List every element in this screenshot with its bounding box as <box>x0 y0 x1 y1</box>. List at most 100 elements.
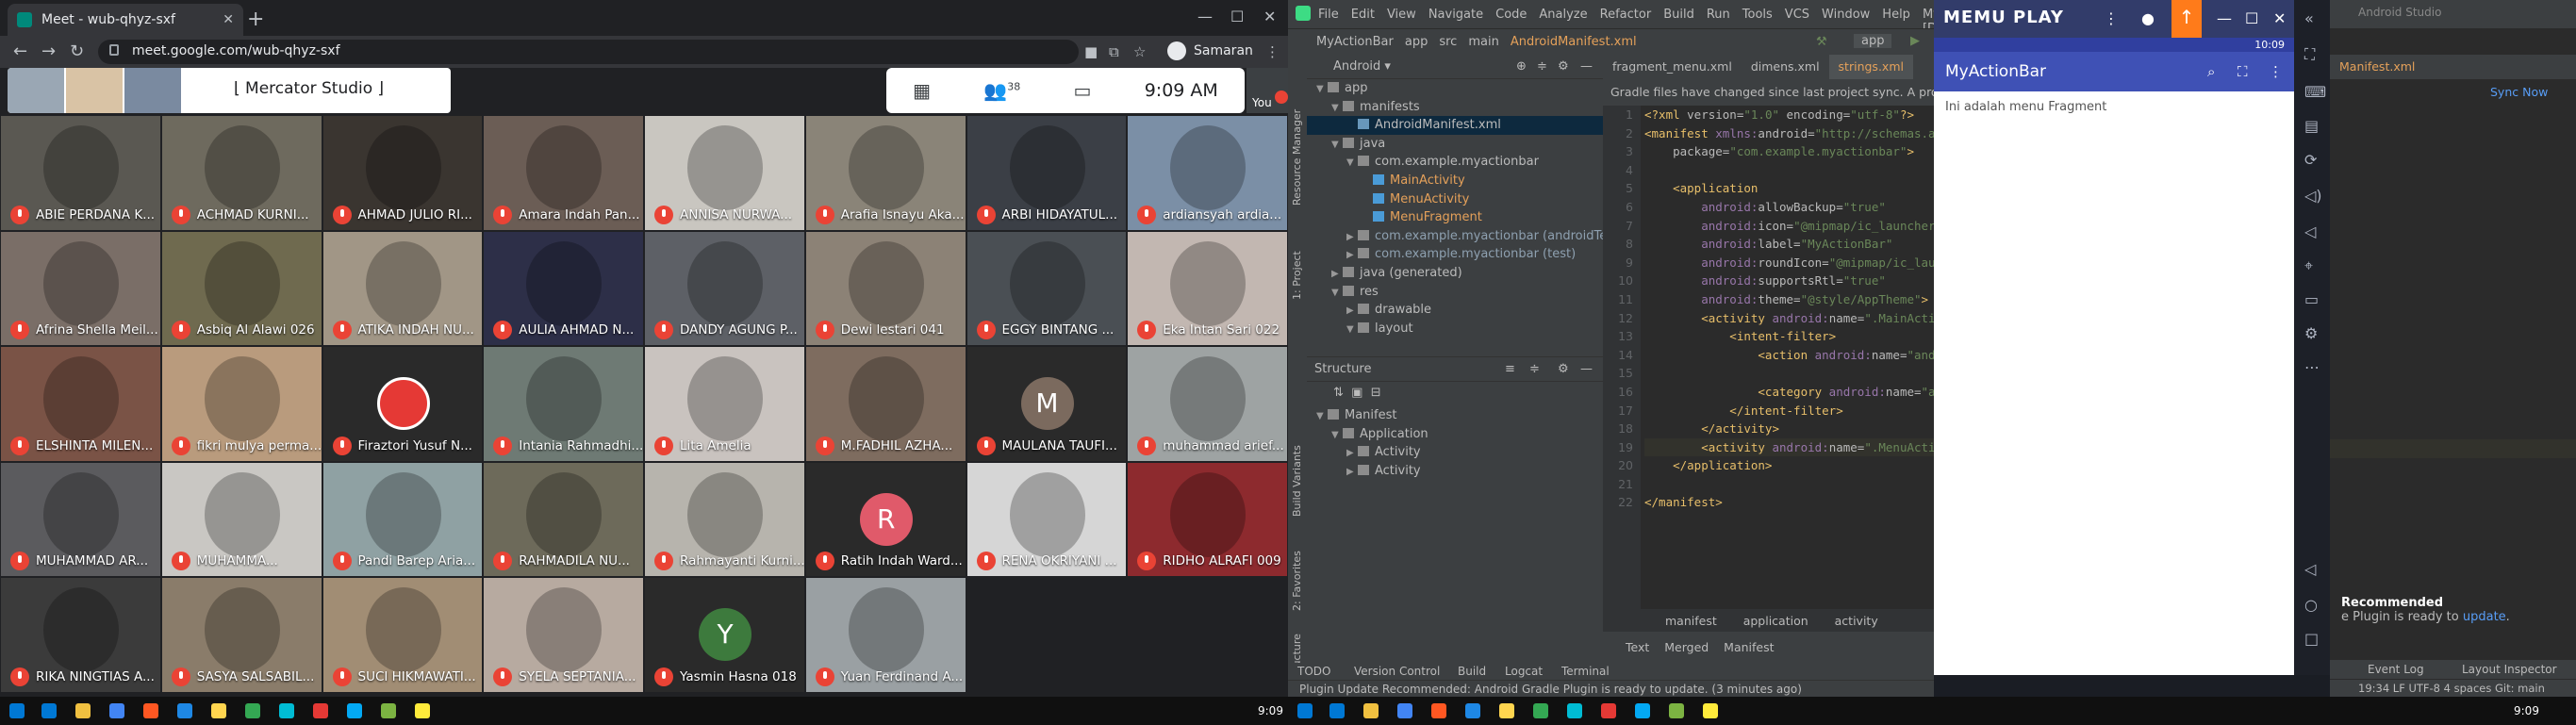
show-fields-icon[interactable]: ▣ <box>1351 386 1362 400</box>
tool-tab[interactable]: Version Control <box>1354 665 1440 678</box>
volume-down-icon[interactable]: ◁ <box>2304 222 2316 240</box>
run-config-select[interactable]: app <box>1854 34 1892 48</box>
profile-button[interactable]: Samaran <box>1167 41 1253 60</box>
expand-down-icon[interactable]: ▼ <box>1331 136 1343 155</box>
breadcrumb-item[interactable]: main <box>1468 35 1498 49</box>
tool-tab[interactable]: TODO <box>1297 665 1330 678</box>
event-log-tab[interactable]: Event Log <box>2368 663 2424 676</box>
tree-item[interactable]: ▼ res <box>1307 283 1603 302</box>
locate-icon[interactable]: ⊕ <box>1516 59 1527 74</box>
taskbar-app-icon[interactable] <box>41 703 57 718</box>
android-home-icon[interactable]: ○ <box>2304 596 2318 614</box>
participant-tile[interactable]: EGGY BINTANG ... <box>966 231 1127 346</box>
taskbar-app-icon[interactable] <box>177 703 192 718</box>
tool-tab[interactable]: Terminal <box>1561 665 1610 678</box>
forward-icon[interactable]: → <box>41 41 56 61</box>
update-link[interactable]: update <box>2463 610 2506 624</box>
participant-tile[interactable]: Eka Intan Sari 022 <box>1128 231 1287 346</box>
taskbar-app-icon[interactable] <box>75 703 91 718</box>
taskbar-app-icon[interactable] <box>1397 703 1412 718</box>
expand-right-icon[interactable]: ▶ <box>1346 228 1358 247</box>
self-view[interactable]: You <box>1247 68 1288 113</box>
project-view-selector[interactable]: Android ▾ ⊕ ≑ ⚙ — <box>1307 55 1603 79</box>
expand-right-icon[interactable]: ▶ <box>1346 463 1358 482</box>
tool-tab[interactable]: Build <box>1458 665 1486 678</box>
settings-icon[interactable]: ⚙ <box>2304 324 2318 342</box>
android-back-icon[interactable]: ◁ <box>2304 560 2316 578</box>
tree-item[interactable]: ▼ layout <box>1307 320 1603 338</box>
grid-layout-icon[interactable]: ▦ <box>913 79 931 102</box>
tab-dimens[interactable]: dimens.xml <box>1742 55 1829 79</box>
tab-strings[interactable]: strings.xml <box>1828 55 1913 79</box>
collapse-all-icon[interactable]: ≑ <box>1529 362 1540 376</box>
gear-icon[interactable]: ⚙ <box>1558 59 1569 74</box>
taskbar-app-icon[interactable] <box>415 703 430 718</box>
expand-down-icon[interactable]: ▼ <box>1316 80 1328 99</box>
taskbar-app-icon[interactable] <box>1703 703 1718 718</box>
editor-tab[interactable]: Manifest.xml <box>2330 55 2576 79</box>
taskbar-app-icon[interactable] <box>1635 703 1650 718</box>
apk-icon[interactable]: ▤ <box>2304 117 2319 135</box>
menu-icon[interactable]: ⋮ <box>2104 9 2119 27</box>
editor-view-tabs[interactable]: Text Merged Manifest <box>1603 632 1934 663</box>
android-recents-icon[interactable]: □ <box>2304 630 2319 648</box>
rotate-icon[interactable]: ⟳ <box>2304 151 2317 169</box>
participant-tile[interactable]: AHMAD JULIO RI... <box>322 116 483 230</box>
participant-tile[interactable]: muhammad arief... <box>1128 347 1287 461</box>
participant-tile[interactable]: MUHAMMAD AR... <box>1 462 160 577</box>
taskbar-app-icon[interactable] <box>1533 703 1548 718</box>
maximize-icon[interactable]: ☐ <box>2245 9 2258 27</box>
favorites-tab[interactable]: 2: Favorites <box>1291 551 1303 611</box>
minimize-icon[interactable]: — <box>2217 9 2232 27</box>
upload-icon[interactable]: ↑ <box>2171 0 2202 38</box>
minimize-icon[interactable]: — <box>1197 8 1213 25</box>
structure-item[interactable]: ▼ Application <box>1307 425 1603 444</box>
taskbar-app-icon[interactable] <box>1499 703 1514 718</box>
taskbar-app-icon[interactable] <box>1567 703 1582 718</box>
close-icon[interactable]: ✕ <box>2273 9 2286 27</box>
participant-tile[interactable]: SYELA SEPTANIA... <box>484 578 643 692</box>
presentation-preview[interactable]: ⌊ Mercator Studio ⌋ <box>8 68 451 113</box>
participant-tile[interactable]: fikri mulya perma... <box>161 347 322 461</box>
expand-down-icon[interactable]: ▼ <box>1331 99 1343 118</box>
location-icon[interactable]: ⌖ <box>2304 256 2313 275</box>
participant-tile[interactable]: Dewi lestari 041 <box>805 231 966 346</box>
expand-down-icon[interactable]: ▼ <box>1346 154 1358 173</box>
participant-tile[interactable]: RIDHO ALRAFI 009 <box>1128 462 1287 577</box>
more-icon[interactable]: ⋯ <box>2304 358 2320 376</box>
participant-tile[interactable]: Lita Amelia <box>645 347 804 461</box>
tree-item[interactable]: ▶ drawable <box>1307 301 1603 320</box>
code-content[interactable]: <?xml version="1.0" encoding="utf-8"?> <m… <box>1644 106 1957 512</box>
structure-item[interactable]: ▼ Manifest <box>1307 406 1603 425</box>
resource-manager-tab[interactable]: Resource Manager <box>1291 109 1303 206</box>
participant-tile[interactable]: RIKA NINGTIAS A... <box>1 578 160 692</box>
camera-icon[interactable]: ■ <box>1084 43 1098 60</box>
participant-tile[interactable]: RAHMADILA NU... <box>484 462 643 577</box>
search-icon[interactable]: ⌕ <box>2207 63 2215 80</box>
taskbar-app-icon[interactable] <box>109 703 124 718</box>
participant-tile[interactable]: Firaztori Yusuf N... <box>322 347 483 461</box>
participant-tile[interactable]: MAULANA TAUFI... M <box>966 347 1127 461</box>
breadcrumb-item[interactable]: app <box>1405 35 1428 49</box>
gear-icon[interactable]: ⚙ <box>1558 362 1569 376</box>
taskbar-app-icon[interactable] <box>1329 703 1345 718</box>
participant-tile[interactable]: ardiansyah ardia... <box>1128 116 1287 230</box>
account-icon[interactable]: ● <box>2141 9 2155 27</box>
sync-now-link[interactable]: Sync Now <box>2490 85 2548 99</box>
folder-icon[interactable]: ▭ <box>2304 290 2319 308</box>
show-inherited-icon[interactable]: ⊟ <box>1371 386 1381 400</box>
participant-tile[interactable]: ACHMAD KURNI... <box>161 116 322 230</box>
tree-item[interactable]: ▶ com.example.myactionbar (test) <box>1307 245 1603 264</box>
breadcrumb-item[interactable]: AndroidManifest.xml <box>1511 35 1637 49</box>
taskbar-app-icon[interactable] <box>347 703 362 718</box>
reload-icon[interactable]: ↻ <box>70 41 84 61</box>
tree-item[interactable]: ▼ app <box>1307 79 1603 98</box>
breadcrumb-item[interactable]: src <box>1439 35 1457 49</box>
structure-item[interactable]: ▶ Activity <box>1307 462 1603 481</box>
taskbar-app-icon[interactable] <box>1465 703 1480 718</box>
expand-right-icon[interactable]: ▶ <box>1331 265 1343 284</box>
expand-right-icon[interactable]: ▶ <box>1346 302 1358 321</box>
tab-fragment-menu[interactable]: fragment_menu.xml <box>1603 55 1742 79</box>
layout-inspector-tab[interactable]: Layout Inspector <box>2462 663 2557 676</box>
participant-tile[interactable]: Intania Rahmadhi... <box>484 347 643 461</box>
